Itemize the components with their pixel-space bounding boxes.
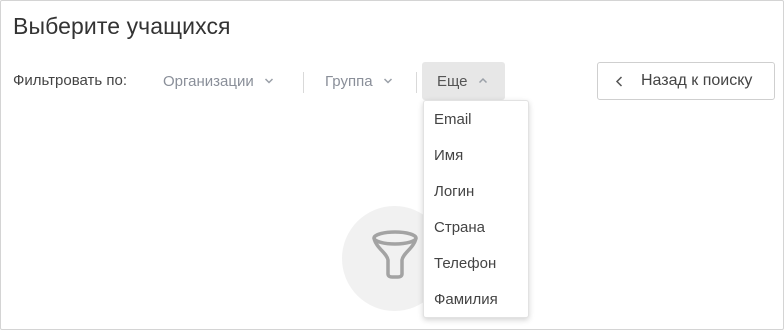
back-to-search-button[interactable]: Назад к поиску [597, 62, 775, 100]
filter-divider [303, 72, 304, 93]
menu-item-last-name[interactable]: Фамилия [424, 282, 528, 318]
filter-more-label: Еще [437, 72, 468, 90]
filter-label: Фильтровать по: [13, 72, 128, 89]
menu-item-first-name[interactable]: Имя [424, 138, 528, 174]
filter-bar: Фильтровать по: Организации Группа Еще Н… [13, 62, 775, 100]
funnel-icon [370, 226, 420, 291]
back-to-search-label: Назад к поиску [641, 72, 753, 89]
menu-item-country[interactable]: Страна [424, 210, 528, 246]
chevron-up-icon [478, 76, 488, 86]
filter-more-dropdown[interactable]: Еще [422, 62, 505, 100]
page-title: Выберите учащихся [13, 13, 231, 39]
filter-organization-label: Организации [163, 72, 254, 90]
chevron-left-icon [615, 76, 625, 87]
filter-group-label: Группа [325, 72, 373, 90]
chevron-down-icon [383, 76, 393, 86]
filter-divider [416, 72, 417, 93]
menu-item-email[interactable]: Email [424, 102, 528, 138]
menu-item-login[interactable]: Логин [424, 174, 528, 210]
menu-item-phone[interactable]: Телефон [424, 246, 528, 282]
select-students-panel: Выберите учащихся Фильтровать по: Органи… [0, 0, 784, 330]
chevron-down-icon [264, 76, 274, 86]
more-filters-menu: Email Имя Логин Страна Телефон Фамилия [423, 100, 529, 318]
filter-organization-dropdown[interactable]: Организации [153, 62, 284, 100]
filter-group-dropdown[interactable]: Группа [315, 62, 403, 100]
